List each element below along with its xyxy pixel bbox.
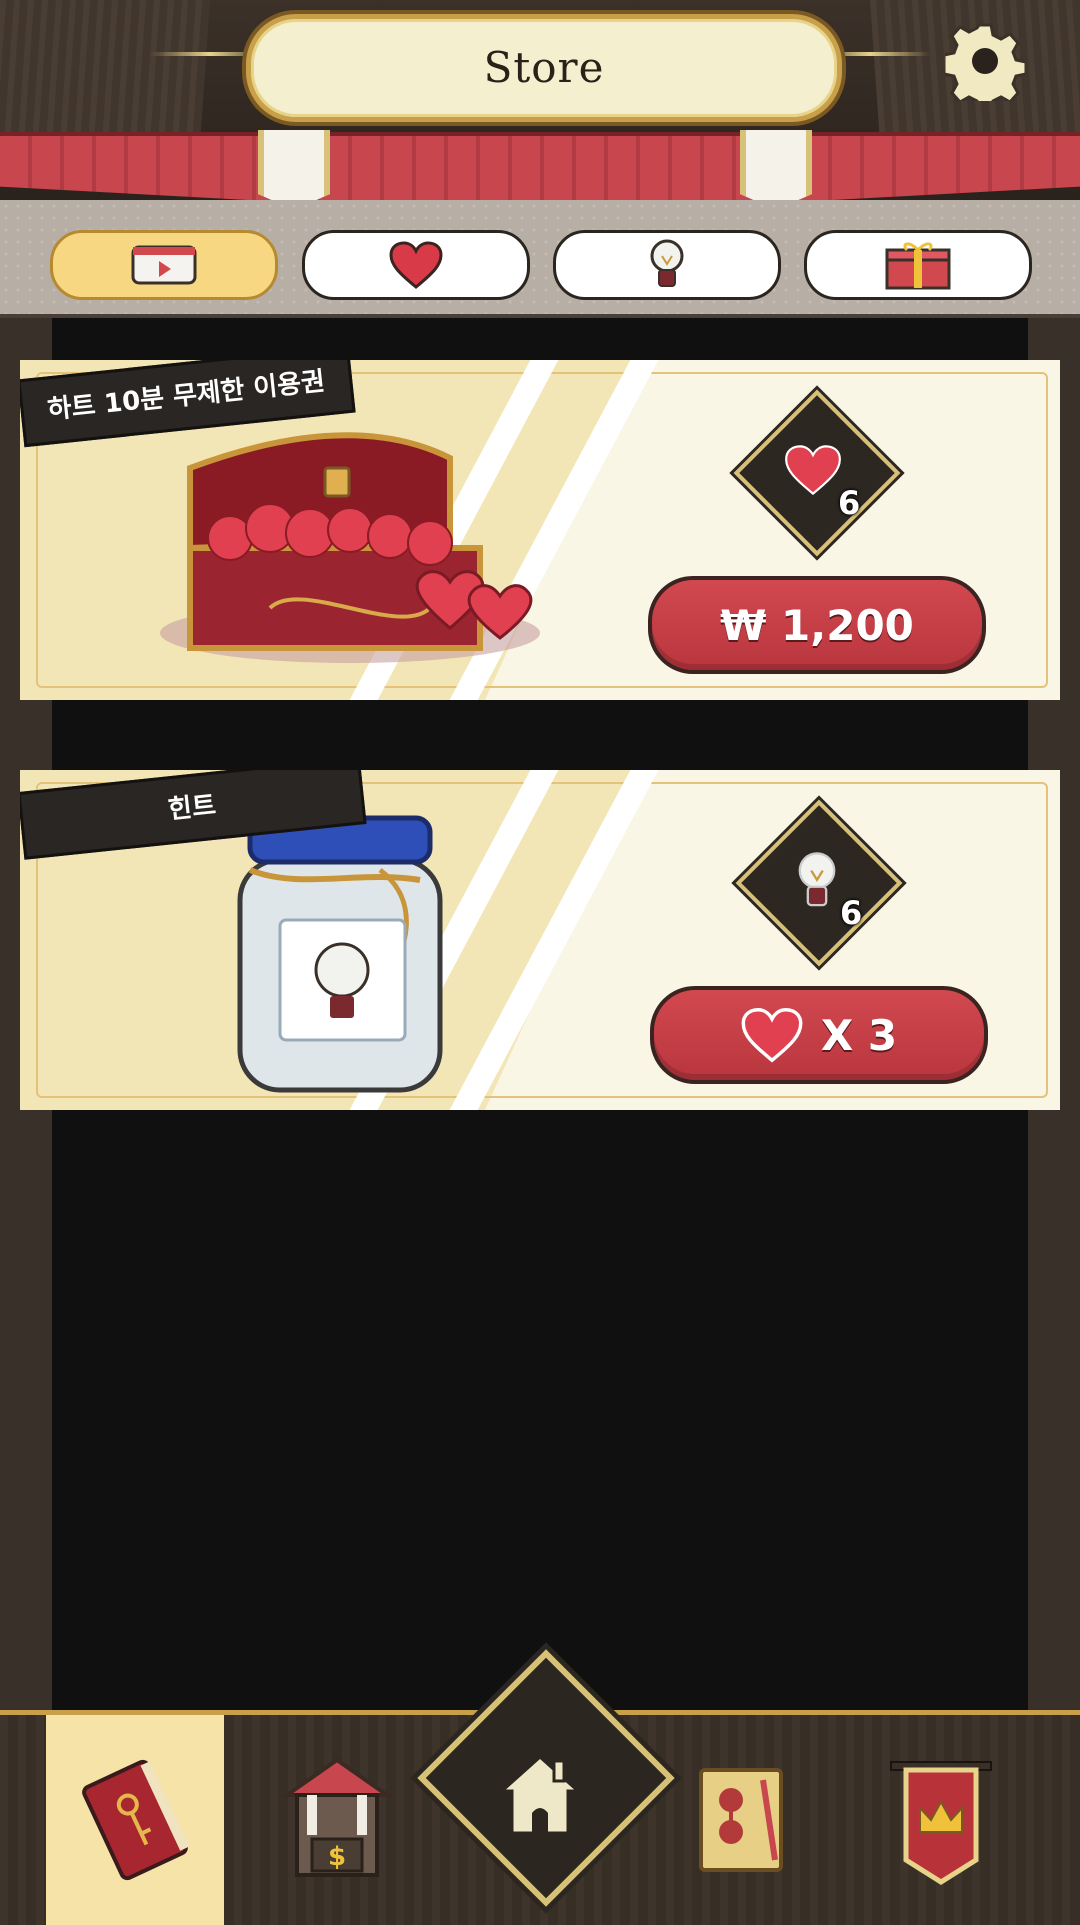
nav-ranking[interactable] — [852, 1715, 1030, 1925]
lightbulb-icon — [650, 239, 684, 287]
gift-box-icon — [885, 242, 951, 290]
page-title: Store — [246, 14, 842, 122]
ribbon-right — [740, 130, 812, 210]
top-header: Store — [0, 0, 1080, 210]
tab-packages[interactable] — [804, 230, 1032, 300]
heart-icon — [741, 1008, 803, 1063]
home-icon — [498, 1754, 582, 1835]
heart-icon — [785, 445, 841, 496]
reward-count: 6 — [838, 484, 861, 522]
tab-hints[interactable] — [553, 230, 781, 300]
category-tab-bar — [0, 200, 1080, 318]
book-key-icon — [82, 1759, 190, 1881]
price-label: X 3 — [820, 1010, 898, 1060]
store-list: 하트 10분 무제한 이용권 6 ₩ 1,200 힌트 6 X 3 — [0, 318, 1080, 1710]
video-ad-icon — [131, 245, 197, 285]
treasure-chest-image — [160, 432, 540, 663]
awning — [0, 132, 1080, 210]
lightbulb-icon — [798, 852, 836, 907]
nav-story[interactable] — [46, 1715, 224, 1925]
buy-button-hint[interactable]: X 3 — [650, 986, 988, 1084]
lightbulb-jar-image — [237, 815, 443, 1093]
tab-video-ads[interactable] — [50, 230, 278, 300]
tab-hearts[interactable] — [302, 230, 530, 300]
product-card-heart-pass: 하트 10분 무제한 이용권 6 ₩ 1,200 — [20, 360, 1060, 700]
reward-count: 6 — [840, 894, 863, 932]
gear-icon — [945, 23, 1025, 101]
nav-letters[interactable] — [652, 1715, 830, 1925]
svg-text:$: $ — [328, 1842, 346, 1872]
bottom-navigation: $ — [0, 1649, 1080, 1925]
buy-button-heart-pass[interactable]: ₩ 1,200 — [648, 576, 986, 674]
ribbon-left — [258, 130, 330, 210]
letter-envelope-icon — [699, 1768, 783, 1872]
nav-store[interactable]: $ — [248, 1715, 426, 1925]
heart-icon — [389, 241, 443, 289]
product-card-hint: 힌트 6 X 3 — [20, 770, 1060, 1110]
settings-button[interactable] — [944, 20, 1026, 102]
shop-stall-icon: $ — [282, 1757, 392, 1877]
nav-home[interactable] — [490, 1743, 590, 1843]
crown-banner-icon — [890, 1761, 992, 1885]
